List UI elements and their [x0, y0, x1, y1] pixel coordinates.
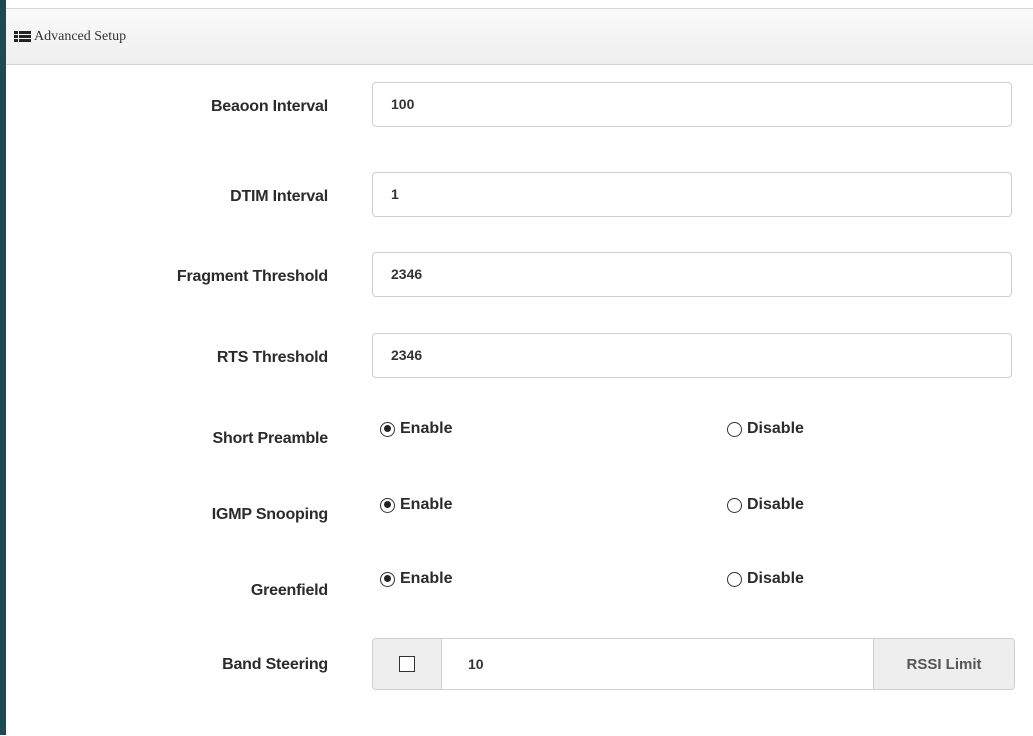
- short-preamble-disable-radio[interactable]: [727, 421, 742, 437]
- panel-title: Advanced Setup: [34, 28, 127, 44]
- igmp-snooping-disable-radio[interactable]: [727, 497, 742, 513]
- short-preamble-disable-label: Disable: [747, 420, 804, 437]
- greenfield-disable-radio[interactable]: [727, 571, 742, 587]
- short-preamble-enable-label: Enable: [400, 420, 453, 437]
- igmp-snooping-label: IGMP Snooping: [211, 506, 328, 523]
- rssi-limit-addon: RSSI Limit: [873, 639, 1014, 689]
- short-preamble-disable-option[interactable]: Disable: [727, 420, 804, 438]
- dtim-interval-input[interactable]: 1: [372, 172, 1012, 217]
- greenfield-enable-option[interactable]: Enable: [380, 570, 452, 588]
- fragment-threshold-label: Fragment Threshold: [176, 268, 328, 285]
- greenfield-disable-label: Disable: [747, 570, 804, 587]
- greenfield-label: Greenfield: [250, 582, 328, 599]
- rts-threshold-label: RTS Threshold: [216, 349, 328, 366]
- short-preamble-label: Short Preamble: [212, 430, 329, 447]
- igmp-snooping-enable-radio[interactable]: [380, 497, 395, 513]
- band-steering-input-group: 10 RSSI Limit: [372, 638, 1015, 690]
- band-steering-checkbox-addon: [373, 639, 442, 689]
- rts-threshold-input[interactable]: 2346: [372, 333, 1012, 378]
- rssi-limit-input[interactable]: 10: [442, 639, 873, 689]
- short-preamble-enable-radio[interactable]: [380, 421, 395, 437]
- band-steering-label: Band Steering: [222, 656, 328, 673]
- fragment-threshold-input[interactable]: 2346: [372, 252, 1012, 297]
- dtim-interval-label: DTIM Interval: [230, 188, 328, 205]
- greenfield-disable-option[interactable]: Disable: [727, 570, 804, 588]
- igmp-snooping-enable-option[interactable]: Enable: [380, 496, 452, 514]
- panel-header: Advanced Setup: [6, 9, 1033, 65]
- greenfield-enable-radio[interactable]: [380, 571, 395, 587]
- short-preamble-enable-option[interactable]: Enable: [380, 420, 452, 438]
- beacon-interval-input[interactable]: 100: [372, 82, 1012, 127]
- band-steering-checkbox[interactable]: [399, 656, 415, 672]
- igmp-snooping-disable-label: Disable: [747, 496, 804, 513]
- beacon-interval-label: Beaoon Interval: [210, 98, 328, 115]
- list-icon: [14, 31, 31, 42]
- greenfield-enable-label: Enable: [400, 570, 453, 587]
- igmp-snooping-disable-option[interactable]: Disable: [727, 496, 804, 514]
- igmp-snooping-enable-label: Enable: [400, 496, 453, 513]
